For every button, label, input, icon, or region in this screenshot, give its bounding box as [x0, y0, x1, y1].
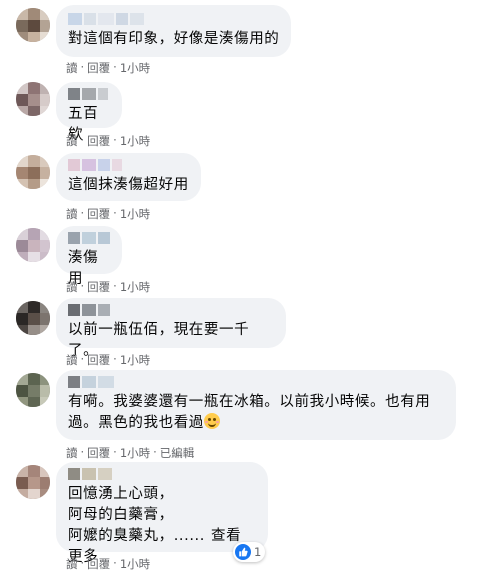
avatar[interactable]	[16, 228, 50, 262]
comment-actions: 讀 · 回覆 · 1小時 · 已編輯	[66, 445, 195, 461]
avatar[interactable]	[16, 301, 50, 335]
reply-link[interactable]: 回覆	[87, 556, 110, 572]
timestamp[interactable]: 1小時	[120, 133, 150, 149]
avatar[interactable]	[16, 82, 50, 116]
reply-link[interactable]: 回覆	[87, 279, 110, 295]
like-link[interactable]: 讀	[66, 279, 78, 295]
comment-text: 這個抹湊傷超好用	[68, 177, 189, 193]
reply-link[interactable]: 回覆	[87, 206, 110, 222]
avatar[interactable]	[16, 373, 50, 407]
comment-bubble: 湊傷用	[56, 226, 122, 287]
comment-bubble: 五百欸	[56, 82, 122, 143]
timestamp[interactable]: 1小時	[120, 60, 150, 76]
comment-bubble: 回憶湧上心頭， 阿母的白藥膏， 阿嬤的臭藥丸，...... 查看更多	[56, 462, 268, 565]
reaction-summary[interactable]: 1	[233, 542, 266, 562]
like-link[interactable]: 讀	[66, 133, 78, 149]
like-link[interactable]: 讀	[66, 445, 78, 461]
timestamp[interactable]: 1小時	[120, 206, 150, 222]
comment-text: 有嗬。我婆婆還有一瓶在冰箱。以前我小時候。也有用 過。黑色的我也看過	[68, 394, 431, 431]
timestamp[interactable]: 1小時	[120, 279, 150, 295]
avatar[interactable]	[16, 155, 50, 189]
like-icon	[235, 544, 251, 560]
comment-actions: 讀 · 回覆 · 1小時	[66, 352, 151, 368]
comment-actions: 讀 · 回覆 · 1小時	[66, 133, 151, 149]
blurred-author-name[interactable]	[68, 304, 274, 316]
comment-actions: 讀 · 回覆 · 1小時	[66, 556, 151, 572]
like-link[interactable]: 讀	[66, 352, 78, 368]
timestamp[interactable]: 1小時	[120, 445, 150, 461]
comment-bubble: 以前一瓶伍佰，現在要一千了。	[56, 298, 286, 359]
reply-link[interactable]: 回覆	[87, 133, 110, 149]
blurred-author-name[interactable]	[68, 376, 444, 388]
timestamp[interactable]: 1小時	[120, 352, 150, 368]
comment-bubble: 這個抹湊傷超好用	[56, 153, 201, 201]
reply-link[interactable]: 回覆	[87, 445, 110, 461]
reply-link[interactable]: 回覆	[87, 352, 110, 368]
avatar[interactable]	[16, 465, 50, 499]
reaction-count: 1	[254, 545, 262, 559]
blurred-author-name[interactable]	[68, 468, 256, 480]
blurred-author-name[interactable]	[68, 88, 110, 100]
comment-actions: 讀 · 回覆 · 1小時	[66, 279, 151, 295]
comment-text: 對這個有印象，好像是湊傷用的	[68, 31, 280, 47]
blurred-author-name[interactable]	[68, 232, 110, 244]
avatar[interactable]	[16, 8, 50, 42]
smiling-face-icon	[203, 413, 220, 429]
like-link[interactable]: 讀	[66, 60, 78, 76]
blurred-author-name[interactable]	[68, 159, 189, 171]
comment-actions: 讀 · 回覆 · 1小時	[66, 206, 151, 222]
blurred-author-name[interactable]	[68, 13, 279, 25]
comment-bubble: 對這個有印象，好像是湊傷用的	[56, 5, 292, 57]
comment-actions: 讀 · 回覆 · 1小時	[66, 60, 151, 76]
like-link[interactable]: 讀	[66, 206, 78, 222]
reply-link[interactable]: 回覆	[87, 60, 110, 76]
edited-label: 已編輯	[159, 446, 195, 460]
like-link[interactable]: 讀	[66, 556, 78, 572]
comment-bubble: 有嗬。我婆婆還有一瓶在冰箱。以前我小時候。也有用 過。黑色的我也看過	[56, 370, 456, 440]
timestamp[interactable]: 1小時	[120, 556, 150, 572]
